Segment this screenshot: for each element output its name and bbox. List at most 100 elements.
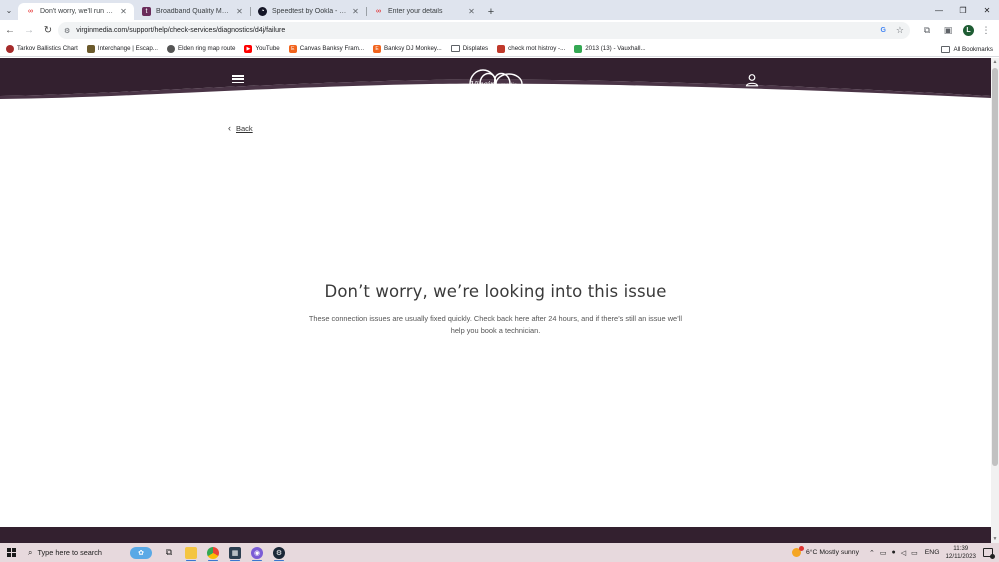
weather-sun-icon [792,546,805,557]
tab-title: Enter your details [388,8,443,15]
extensions-icon[interactable]: ⧉ [918,22,936,39]
game-app-icon[interactable]: ▦ [224,543,246,562]
url-text[interactable]: virginmedia.com/support/help/check-servi… [76,27,880,34]
speedtest-favicon-icon: ◔ [258,7,267,16]
close-window-icon[interactable]: ✕ [975,0,999,20]
bookmark-label: Banksy DJ Monkey... [384,45,442,52]
all-bookmarks[interactable]: All Bookmarks [941,41,993,57]
bookmark-label: Elden ring map route [177,45,236,52]
bookmark-elden-ring[interactable]: Elden ring map route [166,44,236,53]
search-icon: ⌕ [28,547,33,557]
messenger-icon[interactable]: ◉ [246,543,268,562]
bookmark-label: check mot histroy -... [508,45,566,52]
chevron-left-icon: ‹ [228,123,231,133]
scroll-down-arrow-icon[interactable]: ▼ [991,535,999,543]
microphone-icon[interactable]: ● [892,549,896,556]
file-explorer-icon[interactable] [180,543,202,562]
bookmark-star-icon[interactable]: ☆ [896,25,904,36]
folder-icon [450,45,460,52]
back-link[interactable]: ‹ Back [228,123,253,133]
tab-virgin-media-failure[interactable]: ∞ Don't worry, we'll run some fu ✕ [18,3,134,20]
clock[interactable]: 11:39 12/11/2023 [945,545,976,561]
tab-search-icon[interactable]: ⌄ [0,0,18,20]
etsy-icon: E [373,44,382,53]
bookmark-label: Tarkov Ballistics Chart [17,45,78,52]
thinkbroadband-favicon-icon: t [142,7,151,16]
reload-icon[interactable]: ↻ [39,22,57,40]
tab-enter-your-details[interactable]: ∞ Enter your details ✕ [366,3,482,20]
bookmark-youtube[interactable]: ▶ YouTube [244,44,280,53]
search-highlight-glyph: ✿ [130,546,152,559]
weather-widget[interactable]: 6°C Mostly sunny [792,546,859,557]
language-indicator[interactable]: ENG [925,549,940,556]
profile-avatar[interactable]: L [963,25,974,36]
close-tab-icon[interactable]: ✕ [351,7,360,16]
bookmark-tarkov[interactable]: Tarkov Ballistics Chart [6,44,78,53]
restore-icon[interactable]: ❐ [951,0,975,20]
google-lens-icon[interactable]: G [880,27,885,34]
globe-icon [166,44,175,53]
scroll-up-arrow-icon[interactable]: ▲ [991,58,999,66]
steam-glyph: ⚙ [273,546,285,559]
logo-word: media [501,83,518,89]
forward-arrow-icon[interactable]: → [20,22,38,40]
bookmark-label: YouTube [255,45,280,52]
bookmark-vauxhall[interactable]: 2013 (13) - Vauxhall... [574,44,646,53]
tarkov-icon [6,44,14,53]
site-footer [0,527,991,543]
logo-script: Virgin [471,80,496,89]
messenger-glyph: ◉ [251,546,263,559]
tab-title: Don't worry, we'll run some fu [40,8,116,15]
map-icon [86,44,95,53]
bookmark-interchange[interactable]: Interchange | Escap... [86,44,158,53]
site-info-icon[interactable]: ⚙ [64,27,70,35]
virgin-media-favicon-icon: ∞ [28,8,33,15]
virgin-media-favicon-icon: ∞ [376,8,381,15]
bookmarks-bar: Tarkov Ballistics Chart Interchange | Es… [0,41,999,57]
bookmark-displates[interactable]: Displates [450,45,489,52]
close-tab-icon[interactable]: ✕ [119,7,128,16]
start-button[interactable] [0,543,22,562]
chevron-up-icon[interactable]: ⌃ [869,549,875,557]
search-highlight-icon[interactable]: ✿ [130,543,152,562]
bookmark-banksy-dj[interactable]: E Banksy DJ Monkey... [373,44,442,53]
close-tab-icon[interactable]: ✕ [235,7,244,16]
taskbar-search[interactable]: ⌕ Type here to search [22,543,130,562]
bookmark-label: Displates [462,45,489,52]
chrome-glyph [207,546,219,559]
site-header: Virgin media [0,58,991,110]
tab-speedtest[interactable]: ◔ Speedtest by Ookla - The Glob ✕ [250,3,367,20]
scrollbar-thumb[interactable] [992,68,998,466]
chrome-icon[interactable] [202,543,224,562]
address-bar[interactable]: ⚙ virginmedia.com/support/help/check-ser… [58,22,910,39]
side-panel-icon[interactable]: ▣ [939,22,957,39]
clock-time: 11:39 [953,544,969,552]
bookmark-label: 2013 (13) - Vauxhall... [585,45,646,52]
close-tab-icon[interactable]: ✕ [467,7,476,16]
bookmark-mot-history[interactable]: check mot histroy -... [497,44,566,53]
tab-broadband-quality-monitor[interactable]: t Broadband Quality Monitor | th ✕ [134,3,251,20]
weather-text: 6°C Mostly sunny [806,549,859,556]
menu-kebab-icon[interactable]: ⋮ [977,22,995,39]
all-bookmarks-label: All Bookmarks [953,45,993,53]
window-controls: — ❐ ✕ [927,0,999,20]
back-arrow-icon[interactable]: ← [1,22,19,40]
keyboard-icon[interactable]: ▭ [911,549,918,557]
system-tray: 6°C Mostly sunny ⌃ ▭ ● ◁ ▭ ENG 11:39 12/… [792,543,999,562]
windows-logo-icon [6,548,16,557]
notifications-icon[interactable] [983,548,995,559]
bookmark-label: Canvas Banksy Fram... [299,45,365,52]
page-headline: Don’t worry, we’re looking into this iss… [324,282,667,301]
new-tab-button[interactable]: + [482,3,500,20]
etsy-icon: E [288,44,297,53]
steam-icon[interactable]: ⚙ [268,543,290,562]
back-label: Back [236,123,253,133]
network-icon[interactable]: ▭ [880,549,887,557]
minimize-icon[interactable]: — [927,0,951,20]
bookmark-canvas-banksy[interactable]: E Canvas Banksy Fram... [288,44,365,53]
volume-icon[interactable]: ◁ [901,549,906,557]
task-view-icon[interactable]: ⧉ [158,543,180,562]
tab-title: Speedtest by Ookla - The Glob [272,8,348,15]
browser-toolbar: ← → ↻ ⚙ virginmedia.com/support/help/che… [0,20,999,41]
hamburger-menu-icon[interactable] [232,73,244,85]
